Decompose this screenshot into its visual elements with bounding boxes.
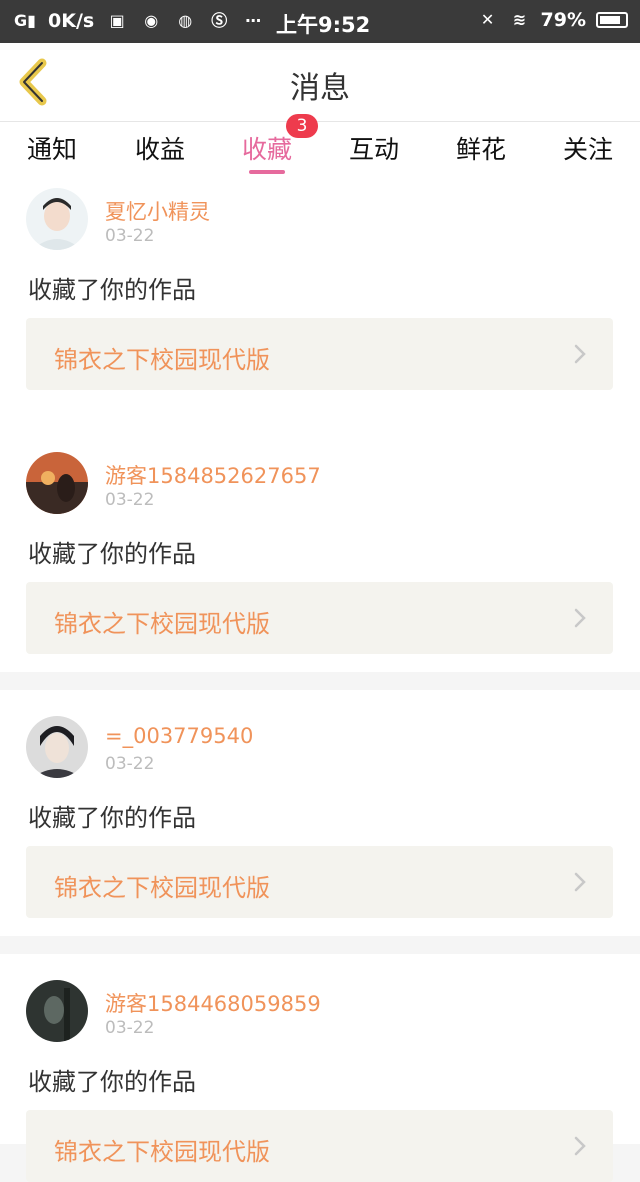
signal-icon: G▮ [14,11,36,30]
s-app-icon: Ⓢ [211,11,228,30]
clock: 上午9:52 [276,13,371,37]
battery-icon [596,12,628,28]
avatar[interactable] [26,452,88,514]
username[interactable]: 夏忆小精灵 [105,196,210,226]
avatar[interactable] [26,188,88,250]
message-date: 03-22 [105,226,155,246]
cat-app-icon: ◉ [144,11,159,30]
work-link[interactable]: 锦衣之下校园现代版 [26,1110,613,1182]
page-title: 消息 [290,71,350,106]
username[interactable]: 游客1584468059859 [105,988,321,1018]
nav-bar: 消息 [0,43,640,122]
list-item: =_003779540 03-22 收藏了你的作品 锦衣之下校园现代版 [0,690,640,936]
globe-icon: ◍ [178,11,193,30]
tab-bar: 通知 收益 收藏 互动 鲜花 关注 [0,122,640,182]
tab-earnings[interactable]: 收益 [120,130,200,166]
work-title: 锦衣之下校园现代版 [54,1138,270,1166]
chevron-right-icon [574,1136,586,1156]
avatar[interactable] [26,716,88,778]
work-title: 锦衣之下校园现代版 [54,874,270,902]
tab-notifications[interactable]: 通知 [12,130,92,166]
message-text: 收藏了你的作品 [28,540,196,568]
battery-percent: 79% [540,9,586,31]
active-tab-indicator [249,170,285,174]
username[interactable]: =_003779540 [105,724,253,748]
status-bar: G▮ 0K/s ▣ ◉ ◍ Ⓢ ⋯ 上午9:52 ✕ ≋ 79% [0,0,640,43]
tab-flowers[interactable]: 鲜花 [441,130,521,166]
work-title: 锦衣之下校园现代版 [54,346,270,374]
message-date: 03-22 [105,754,155,774]
work-link[interactable]: 锦衣之下校园现代版 [26,846,613,918]
chevron-right-icon [574,608,586,628]
work-link[interactable]: 锦衣之下校园现代版 [26,318,613,390]
tab-interactions[interactable]: 互动 [334,130,414,166]
mute-icon: ✕ [480,10,495,29]
more-icon: ⋯ [245,11,262,30]
message-date: 03-22 [105,1018,155,1038]
message-date: 03-22 [105,490,155,510]
tab-following[interactable]: 关注 [548,130,628,166]
wifi-icon: ≋ [512,10,527,29]
username[interactable]: 游客1584852627657 [105,460,321,490]
avatar[interactable] [26,980,88,1042]
work-link[interactable]: 锦衣之下校园现代版 [26,582,613,654]
message-text: 收藏了你的作品 [28,276,196,304]
list-item: 夏忆小精灵 03-22 收藏了你的作品 锦衣之下校园现代版 [0,182,640,428]
message-text: 收藏了你的作品 [28,804,196,832]
network-speed: 0K/s [48,10,95,32]
notification-icon: ▣ [109,11,125,30]
list-item: 游客1584852627657 03-22 收藏了你的作品 锦衣之下校园现代版 [0,426,640,672]
chevron-right-icon [574,872,586,892]
message-text: 收藏了你的作品 [28,1068,196,1096]
work-title: 锦衣之下校园现代版 [54,610,270,638]
list-item: 游客1584468059859 03-22 收藏了你的作品 锦衣之下校园现代版 [0,954,640,1182]
unread-badge: 3 [286,114,318,138]
chevron-right-icon [574,344,586,364]
